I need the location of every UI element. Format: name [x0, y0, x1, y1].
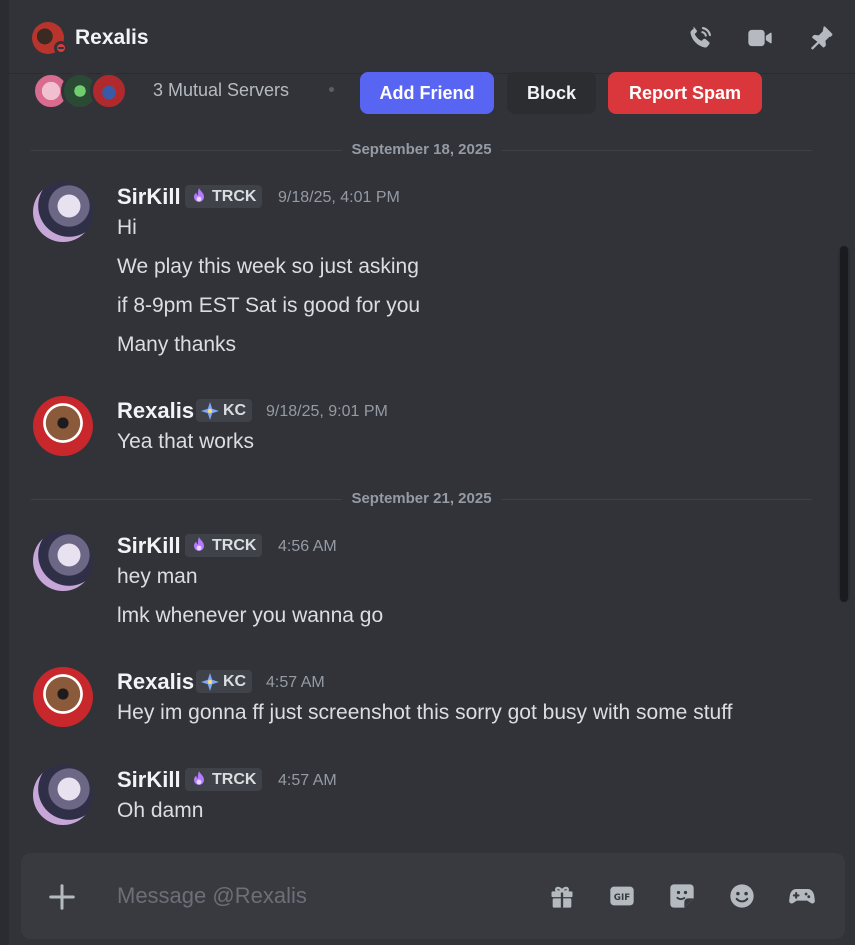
guild-tag[interactable]: KC — [196, 399, 253, 422]
flame-icon — [194, 770, 204, 785]
call-icon[interactable] — [686, 24, 714, 52]
guild-tag[interactable]: TRCK — [185, 185, 263, 208]
date-divider-label: September 21, 2025 — [341, 490, 502, 507]
gif-icon[interactable]: GIF — [608, 882, 636, 910]
svg-text:GIF: GIF — [614, 893, 630, 903]
message-composer: GIF — [21, 853, 845, 939]
guild-tag-label: TRCK — [212, 536, 257, 554]
author-name[interactable]: Rexalis — [117, 669, 194, 695]
author-name[interactable]: SirKill — [117, 767, 181, 793]
author-name[interactable]: SirKill — [117, 184, 181, 210]
avatar[interactable] — [33, 765, 93, 825]
server-avatar[interactable] — [90, 72, 128, 110]
avatar[interactable] — [33, 531, 93, 591]
plus-icon[interactable] — [47, 882, 77, 912]
message-text: lmk whenever you wanna go — [117, 604, 384, 627]
timestamp[interactable]: 4:57 AM — [278, 772, 337, 790]
scrollbar-thumb[interactable] — [840, 246, 848, 602]
flame-icon — [194, 536, 204, 551]
author-name[interactable]: SirKill — [117, 533, 181, 559]
flame-icon — [194, 187, 204, 202]
message-text: Oh damn — [117, 799, 204, 822]
message-text: if 8-9pm EST Sat is good for you — [117, 294, 421, 317]
message-text: hey man — [117, 565, 198, 588]
sparkle-icon — [201, 401, 219, 420]
message-text: We play this week so just asking — [117, 255, 419, 278]
author-name[interactable]: Rexalis — [117, 398, 194, 424]
mutual-servers-link[interactable]: 3 Mutual Servers — [153, 80, 289, 101]
avatar[interactable] — [33, 667, 93, 727]
date-divider: September 18, 2025 — [31, 141, 812, 161]
guild-tag-label: TRCK — [212, 770, 257, 788]
message-text: Many thanks — [117, 333, 237, 356]
timestamp[interactable]: 4:57 AM — [266, 674, 325, 692]
dm-window: Rexalis 3 Mutual Servers Add Friend Bloc… — [0, 0, 855, 945]
mutual-servers-bar: 3 Mutual Servers Add Friend Block Report… — [9, 66, 855, 116]
date-divider: September 21, 2025 — [31, 490, 812, 510]
left-edge — [0, 0, 9, 945]
dm-title[interactable]: Rexalis — [75, 26, 149, 50]
avatar[interactable] — [33, 396, 93, 456]
guild-tag[interactable]: KC — [196, 670, 253, 693]
gift-icon[interactable] — [548, 882, 576, 910]
apps-icon[interactable] — [788, 882, 816, 910]
avatar[interactable] — [33, 182, 93, 242]
add-friend-button[interactable]: Add Friend — [360, 72, 494, 114]
sparkle-icon — [201, 672, 219, 691]
message-input[interactable] — [117, 881, 517, 911]
sticker-icon[interactable] — [668, 882, 696, 910]
video-icon[interactable] — [746, 24, 774, 52]
report-spam-button[interactable]: Report Spam — [608, 72, 762, 114]
emoji-icon[interactable] — [728, 882, 756, 910]
date-divider-label: September 18, 2025 — [341, 141, 502, 158]
guild-tag-label: TRCK — [212, 187, 257, 205]
guild-tag-label: KC — [223, 672, 247, 690]
message-text: Hi — [117, 216, 137, 239]
dnd-status-icon — [54, 41, 68, 55]
guild-tag-label: KC — [223, 401, 247, 419]
timestamp[interactable]: 4:56 AM — [278, 538, 337, 556]
message-text: Yea that works — [117, 430, 254, 453]
message-text: Hey im gonna ff just screenshot this sor… — [117, 701, 733, 724]
timestamp[interactable]: 9/18/25, 4:01 PM — [278, 189, 400, 207]
guild-tag[interactable]: TRCK — [185, 768, 263, 791]
guild-tag[interactable]: TRCK — [185, 534, 263, 557]
block-button[interactable]: Block — [507, 72, 596, 114]
dm-header: Rexalis — [9, 0, 855, 74]
timestamp[interactable]: 9/18/25, 9:01 PM — [266, 403, 388, 421]
separator-dot — [329, 87, 334, 92]
pin-icon[interactable] — [807, 24, 835, 52]
mutual-server-icons[interactable] — [32, 72, 142, 110]
